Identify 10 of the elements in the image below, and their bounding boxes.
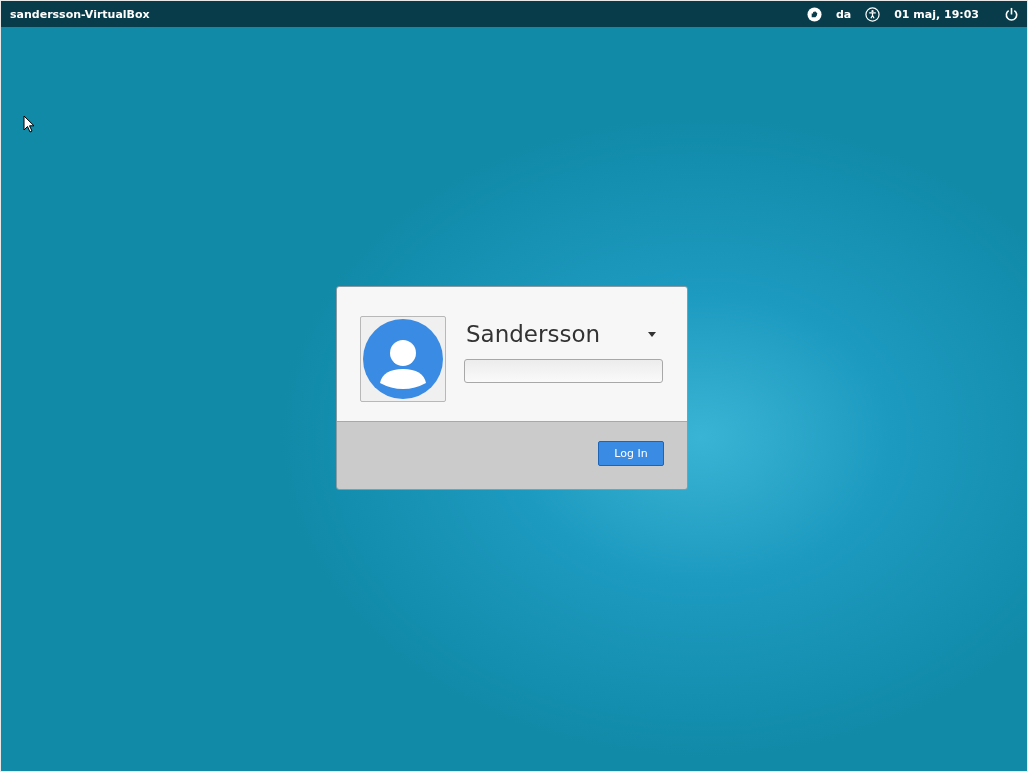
hostname-label: sandersson-VirtualBox — [10, 7, 150, 21]
power-icon[interactable] — [1004, 6, 1019, 22]
caret-icon[interactable] — [648, 331, 656, 337]
log-in-button[interactable]: Log In — [598, 441, 664, 466]
accessibility-icon[interactable] — [865, 6, 881, 22]
keyboard-layout-indicator[interactable]: da — [835, 7, 852, 21]
mouse-pointer-icon — [23, 115, 35, 133]
user-name: Sandersson — [466, 321, 601, 347]
password-field[interactable] — [464, 359, 663, 383]
clock[interactable]: 01 maj, 19:03 — [894, 7, 979, 21]
